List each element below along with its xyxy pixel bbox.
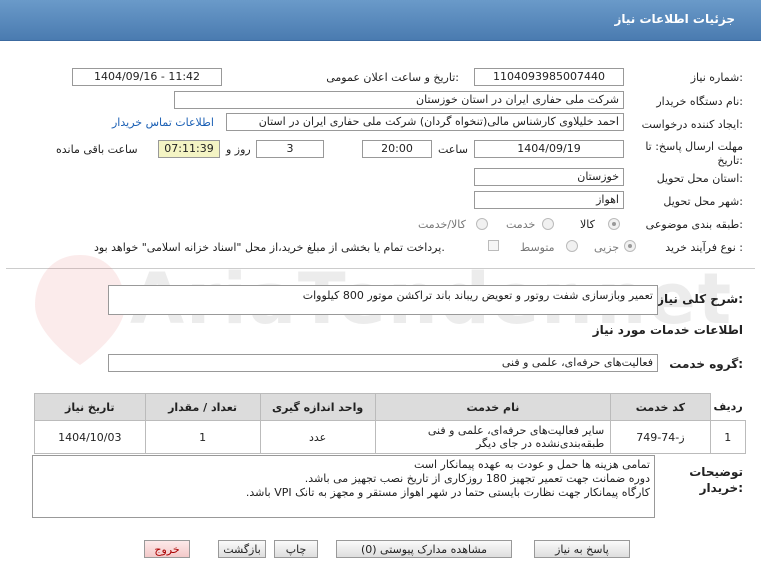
services-table: ردیف کد خدمت نام خدمت واحد اندازه گیری ت…: [34, 393, 747, 454]
col-qty: تعداد / مقدار: [144, 393, 261, 421]
category-radio-service[interactable]: [542, 218, 554, 230]
reply-button[interactable]: پاسخ به نیاز: [534, 540, 630, 558]
col-name: نام خدمت: [374, 393, 612, 421]
days-label: روز و: [226, 143, 251, 156]
summary-label: شرح کلی نیاز:: [657, 292, 743, 306]
process-option-medium: متوسط: [520, 241, 555, 254]
col-unit: واحد اندازه گیری: [259, 393, 376, 421]
row-name: سایر فعالیت‌های حرفه‌ای، علمی و فنی طبقه…: [374, 420, 612, 454]
creator-label: ایجاد کننده درخواست:: [641, 118, 743, 131]
category-option-service: خدمت: [506, 218, 536, 231]
need-number-label: شماره نیاز:: [690, 71, 743, 84]
remaining-label: ساعت باقی مانده: [56, 143, 138, 156]
summary-field: تعمیر وبازسازی شفت روتور و تعویض ریباند …: [108, 285, 658, 315]
service-group-label: گروه خدمت:: [669, 357, 743, 371]
days-field: 3: [256, 140, 324, 158]
creator-field: احمد خلیلاوی کارشناس مالی(تنخواه گردان) …: [226, 113, 624, 131]
col-date: تاریخ نیاز: [34, 393, 146, 421]
province-label: استان محل تحویل:: [656, 172, 743, 185]
need-number-field: 1104093985007440: [474, 68, 624, 86]
remaining-time-field: 07:11:39: [158, 140, 220, 158]
province-field: خوزستان: [474, 168, 624, 186]
payment-checkbox[interactable]: [488, 240, 499, 251]
buyer-label: نام دستگاه خریدار:: [656, 95, 743, 108]
buyer-contact-link[interactable]: اطلاعات تماس خریدار: [112, 116, 214, 129]
deadline-time-field: 20:00: [362, 140, 432, 158]
attachments-button[interactable]: مشاهده مدارک پیوستی (0): [336, 540, 512, 558]
category-option-goods: کالا: [580, 218, 595, 231]
buyer-field: شرکت ملی حفاری ایران در استان خوزستان: [174, 91, 624, 109]
process-option-minor: جزیی: [594, 241, 620, 254]
row-index: 1: [709, 420, 747, 454]
deadline-date-field: 1404/09/19: [474, 140, 624, 158]
announce-label: تاریخ و ساعت اعلان عمومی:: [326, 71, 459, 84]
print-button[interactable]: چاپ: [274, 540, 318, 558]
service-group-field: فعالیت‌های حرفه‌ای، علمی و فنی: [108, 354, 658, 372]
table-row: 1 ز-74-749 سایر فعالیت‌های حرفه‌ای، علمی…: [34, 420, 747, 454]
col-code: کد خدمت: [610, 393, 711, 421]
page-title: جزئیات اطلاعات نیاز: [614, 12, 735, 26]
category-option-both: کالا/خدمت: [418, 218, 466, 231]
page-header: جزئیات اطلاعات نیاز: [0, 0, 761, 41]
row-code: ز-74-749: [610, 420, 711, 454]
city-field: اهواز: [474, 191, 624, 209]
notes-label: توضیحات خریدار:: [689, 465, 743, 495]
process-label: نوع فرآیند خرید :: [665, 241, 743, 254]
category-radio-goods[interactable]: [608, 218, 620, 230]
payment-note: پرداخت تمام یا بخشی از مبلغ خرید،از محل …: [94, 241, 445, 254]
category-label: طبقه بندی موضوعی:: [645, 218, 743, 231]
row-date: 1404/10/03: [34, 420, 146, 454]
back-button[interactable]: بازگشت: [218, 540, 266, 558]
announce-field: 1404/09/16 - 11:42: [72, 68, 222, 86]
col-index: ردیف: [710, 393, 746, 421]
row-unit: عدد: [259, 420, 376, 454]
category-radio-both[interactable]: [476, 218, 488, 230]
deadline-time-label: ساعت: [438, 143, 468, 156]
process-radio-medium[interactable]: [566, 240, 578, 252]
notes-field[interactable]: [32, 455, 655, 518]
services-table-header: ردیف کد خدمت نام خدمت واحد اندازه گیری ت…: [34, 393, 746, 421]
exit-button[interactable]: خروج: [144, 540, 190, 558]
process-radio-minor[interactable]: [624, 240, 636, 252]
city-label: شهر محل تحویل:: [663, 195, 743, 208]
deadline-label: مهلت ارسال پاسخ: تا تاریخ:: [645, 140, 743, 167]
row-qty: 1: [144, 420, 261, 454]
services-section-title: اطلاعات خدمات مورد نیاز: [592, 323, 743, 337]
